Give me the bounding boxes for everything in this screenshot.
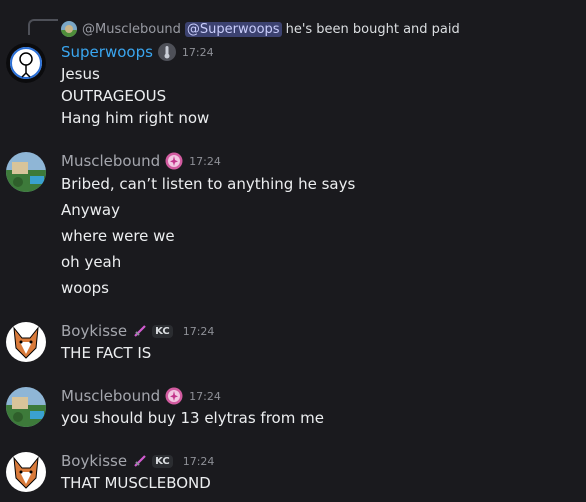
sword-icon[interactable] xyxy=(132,323,148,339)
guild-tag[interactable]: KC xyxy=(152,324,173,338)
message-line: THE FACT IS xyxy=(61,344,152,362)
avatar[interactable] xyxy=(6,152,46,192)
timestamp[interactable]: 17:24 xyxy=(183,325,215,338)
reply-text: he's been bought and paid xyxy=(285,21,460,37)
message-line: OUTRAGEOUS xyxy=(61,87,167,105)
timestamp[interactable]: 17:24 xyxy=(182,46,214,59)
reply-mention[interactable]: @Superwoops xyxy=(184,21,282,37)
author-name[interactable]: Musclebound xyxy=(61,387,160,405)
author-name[interactable]: Superwoops xyxy=(61,43,153,61)
timestamp[interactable]: 17:24 xyxy=(189,155,221,168)
reply-connector xyxy=(28,19,58,35)
message-line: THAT MUSCLEBOND xyxy=(61,474,211,492)
message-line: you should buy 13 elytras from me xyxy=(61,409,324,427)
avatar[interactable] xyxy=(6,452,46,492)
reply-preview[interactable]: @Musclebound @Superwoops he's been bough… xyxy=(61,19,460,39)
timestamp[interactable]: 17:24 xyxy=(189,390,221,403)
message-line: woops xyxy=(61,279,109,297)
author-name[interactable]: Boykisse xyxy=(61,322,127,340)
message-line: Hang him right now xyxy=(61,109,210,127)
message-line: Jesus xyxy=(61,65,100,83)
message-line: Bribed, can’t listen to anything he says xyxy=(61,175,356,193)
guild-tag[interactable]: KC xyxy=(152,454,173,468)
avatar[interactable] xyxy=(6,387,46,427)
sword-icon[interactable] xyxy=(132,453,148,469)
reply-avatar-icon xyxy=(61,21,77,37)
message-line: oh yeah xyxy=(61,253,122,271)
pink-star-badge-icon[interactable] xyxy=(165,387,183,405)
avatar[interactable] xyxy=(6,43,46,83)
vial-icon[interactable] xyxy=(157,43,176,61)
message-line: Anyway xyxy=(61,201,120,219)
author-name[interactable]: Musclebound xyxy=(61,152,160,170)
message-line: where were we xyxy=(61,227,175,245)
avatar[interactable] xyxy=(6,322,46,362)
author-name[interactable]: Boykisse xyxy=(61,452,127,470)
timestamp[interactable]: 17:24 xyxy=(183,455,215,468)
reply-author[interactable]: @Musclebound xyxy=(82,22,181,37)
pink-star-badge-icon[interactable] xyxy=(165,152,183,170)
